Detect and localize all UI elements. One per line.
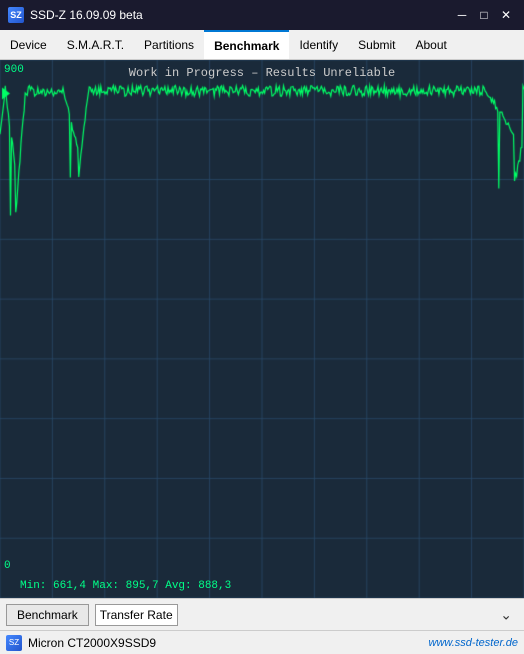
website-label: www.ssd-tester.de <box>429 637 518 649</box>
bottom-controls: Benchmark Transfer Rate IOPS Access Time <box>0 598 524 630</box>
maximize-button[interactable]: □ <box>474 5 494 25</box>
transfer-rate-dropdown-wrapper: Transfer Rate IOPS Access Time <box>95 604 518 626</box>
benchmark-button[interactable]: Benchmark <box>6 604 89 626</box>
chart-title: Work in Progress – Results Unreliable <box>129 66 395 80</box>
menu-partitions[interactable]: Partitions <box>134 30 204 59</box>
menu-submit[interactable]: Submit <box>348 30 405 59</box>
title-bar-text: SSD-Z 16.09.09 beta <box>30 8 452 22</box>
menu-benchmark[interactable]: Benchmark <box>204 30 289 59</box>
status-bar: SZ Micron CT2000X9SSD9 www.ssd-tester.de <box>0 630 524 654</box>
menu-identify[interactable]: Identify <box>289 30 348 59</box>
close-button[interactable]: ✕ <box>496 5 516 25</box>
minimize-button[interactable]: ─ <box>452 5 472 25</box>
benchmark-chart <box>0 60 524 598</box>
menu-about[interactable]: About <box>406 30 457 59</box>
device-name: Micron CT2000X9SSD9 <box>28 636 423 650</box>
status-icon: SZ <box>6 635 22 651</box>
menu-bar: Device S.M.A.R.T. Partitions Benchmark I… <box>0 30 524 60</box>
app-icon: SZ <box>8 7 24 23</box>
window-controls: ─ □ ✕ <box>452 5 516 25</box>
chart-stats: Min: 661,4 Max: 895,7 Avg: 888,3 <box>20 580 231 592</box>
chart-area: 900 Work in Progress – Results Unreliabl… <box>0 60 524 598</box>
menu-device[interactable]: Device <box>0 30 57 59</box>
title-bar: SZ SSD-Z 16.09.09 beta ─ □ ✕ <box>0 0 524 30</box>
y-axis-min-label: 0 <box>4 560 11 572</box>
transfer-rate-dropdown[interactable]: Transfer Rate IOPS Access Time <box>95 604 178 626</box>
menu-smart[interactable]: S.M.A.R.T. <box>57 30 134 59</box>
y-axis-max-label: 900 <box>4 64 24 76</box>
